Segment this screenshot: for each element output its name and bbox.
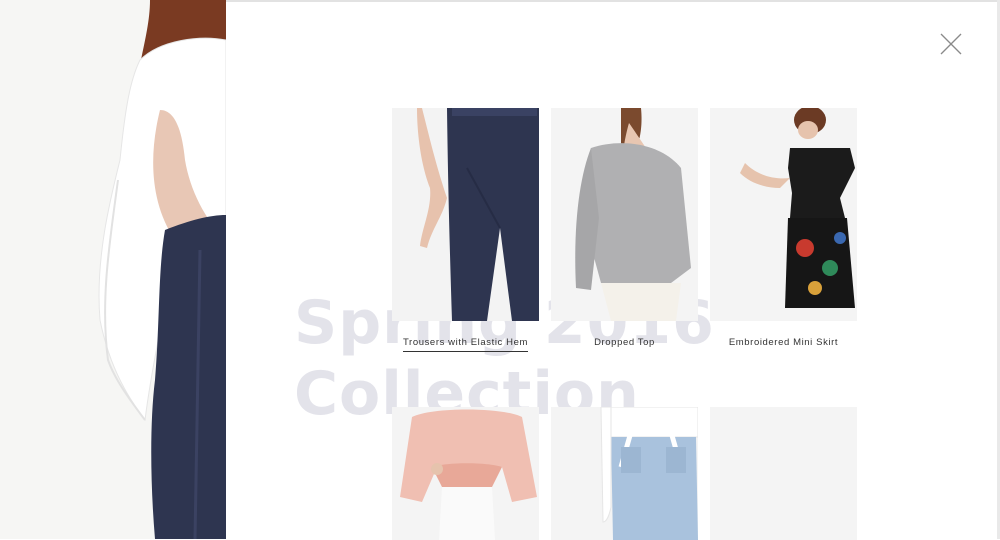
product-image-jeans[interactable] bbox=[551, 407, 698, 540]
product-image-skirt[interactable] bbox=[710, 108, 857, 321]
close-icon[interactable] bbox=[939, 32, 963, 56]
collection-overlay: Spring 2016 Collection Trousers with Ela… bbox=[226, 0, 997, 540]
product-image-placeholder[interactable] bbox=[710, 407, 857, 540]
product-grid: Trousers with Elastic Hem Dropped Top Em… bbox=[392, 108, 857, 540]
product-card[interactable]: Dropped Top bbox=[551, 108, 698, 407]
product-card[interactable]: Trousers with Elastic Hem bbox=[392, 108, 539, 407]
product-name[interactable]: Embroidered Mini Skirt bbox=[729, 337, 838, 351]
product-image-pink-top[interactable] bbox=[392, 407, 539, 540]
product-image-trousers[interactable] bbox=[392, 108, 539, 321]
product-name[interactable]: Trousers with Elastic Hem bbox=[403, 337, 528, 352]
background-photo bbox=[0, 0, 226, 539]
product-card[interactable]: Embroidered Mini Skirt bbox=[710, 108, 857, 407]
product-card[interactable] bbox=[551, 407, 698, 540]
product-card[interactable] bbox=[392, 407, 539, 540]
product-name[interactable]: Dropped Top bbox=[594, 337, 655, 351]
product-card[interactable] bbox=[710, 407, 857, 540]
product-image-top[interactable] bbox=[551, 108, 698, 321]
